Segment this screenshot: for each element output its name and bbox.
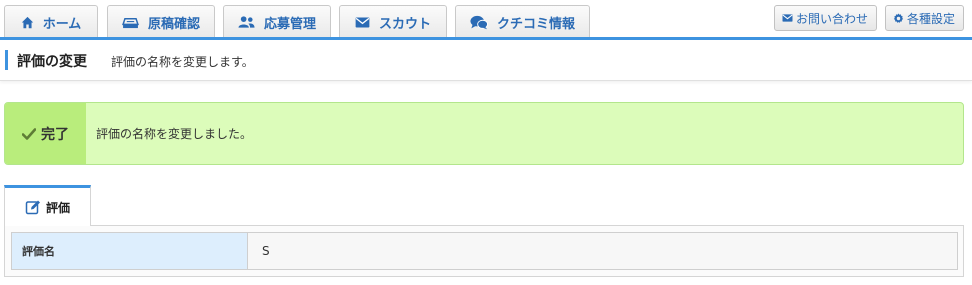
page-title: 評価の変更 — [17, 54, 87, 70]
tab-home[interactable]: ホーム — [4, 5, 98, 38]
top-navigation: ホーム 原稿確認 応募管理 スカウト クチコミ情報 お問い合わせ 各種設定 — [0, 0, 972, 41]
detail-table-row: 評価名 S — [11, 232, 958, 270]
settings-button[interactable]: 各種設定 — [885, 5, 964, 31]
page-description: 評価の名称を変更します。 — [111, 55, 254, 69]
tab-scout[interactable]: スカウト — [339, 5, 447, 38]
chat-bubbles-icon — [470, 15, 488, 29]
tab-manuscript-check-label: 原稿確認 — [147, 16, 200, 32]
tab-reviews[interactable]: クチコミ情報 — [455, 5, 590, 38]
tab-application-management-label: 応募管理 — [263, 16, 316, 32]
tab-evaluation[interactable]: 評価 — [4, 185, 91, 226]
alert-status: 完了 — [5, 103, 86, 164]
evaluation-panel: 評価名 S — [4, 225, 964, 277]
tab-reviews-label: クチコミ情報 — [496, 16, 575, 32]
settings-button-label: 各種設定 — [907, 11, 956, 26]
home-icon — [21, 16, 33, 28]
edit-icon — [25, 200, 40, 215]
tab-home-label: ホーム — [42, 16, 82, 32]
title-accent-bar — [5, 50, 8, 70]
checkmark-icon — [22, 127, 36, 140]
mail-icon — [782, 14, 793, 22]
contact-button-label: お問い合わせ — [796, 11, 869, 26]
tab-scout-label: スカウト — [378, 16, 431, 32]
alert-status-label: 完了 — [41, 126, 69, 143]
users-icon — [238, 16, 255, 28]
tab-evaluation-label: 評価 — [45, 200, 70, 215]
contact-button[interactable]: お問い合わせ — [774, 5, 877, 31]
alert-message: 評価の名称を変更しました。 — [96, 127, 253, 141]
evaluation-name-label: 評価名 — [12, 233, 248, 269]
tab-manuscript-check[interactable]: 原稿確認 — [107, 5, 215, 38]
mail-icon — [355, 16, 370, 28]
evaluation-name-value: S — [248, 233, 957, 269]
page-header: 評価の変更 評価の名称を変更します。 — [0, 40, 972, 81]
success-alert: 完了 評価の名称を変更しました。 — [4, 102, 964, 165]
documents-icon — [122, 17, 139, 28]
gear-icon — [893, 13, 904, 23]
tab-application-management[interactable]: 応募管理 — [223, 5, 331, 38]
